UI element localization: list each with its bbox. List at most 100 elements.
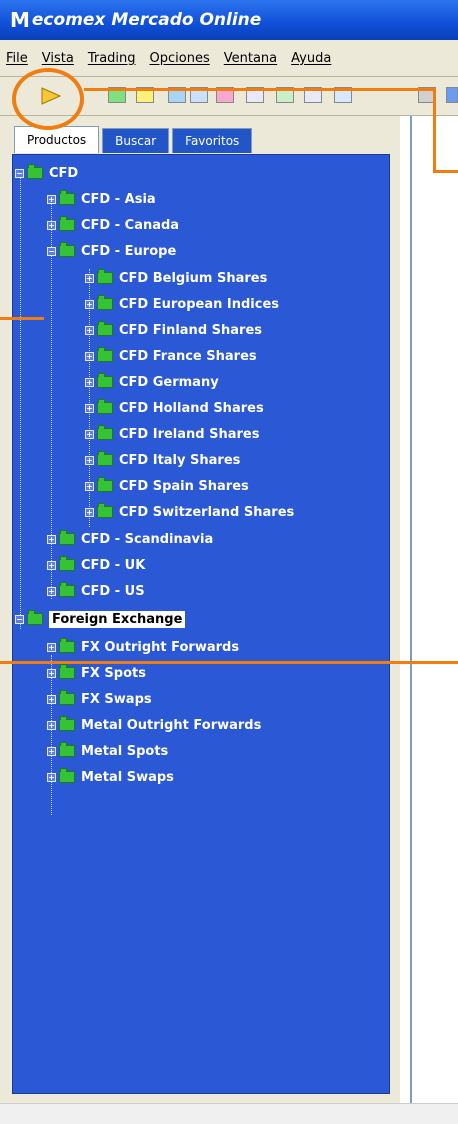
expand-icon[interactable]: + bbox=[47, 746, 56, 756]
expand-icon[interactable]: + bbox=[85, 455, 94, 465]
node-label: CFD Spain Shares bbox=[119, 478, 249, 494]
tree-node-forex-child[interactable]: + Metal Swaps bbox=[47, 767, 174, 787]
collapse-icon[interactable]: − bbox=[15, 168, 24, 178]
folder-icon bbox=[97, 373, 113, 388]
content-pane[interactable] bbox=[410, 116, 458, 1116]
tree-node-cfd-europe[interactable]: − CFD - Europe bbox=[47, 241, 176, 261]
folder-icon bbox=[97, 347, 113, 362]
folder-icon bbox=[97, 451, 113, 466]
expand-icon[interactable]: + bbox=[47, 560, 56, 570]
tree-node-forex-child[interactable]: + FX Outright Forwards bbox=[47, 637, 239, 657]
folder-icon bbox=[27, 164, 43, 179]
tree-node-europe-child[interactable]: + CFD Germany bbox=[85, 372, 219, 392]
tree-node-foreign-exchange[interactable]: − Foreign Exchange bbox=[15, 609, 186, 629]
node-label: Metal Outright Forwards bbox=[81, 717, 262, 733]
folder-icon bbox=[59, 530, 75, 545]
node-label: FX Swaps bbox=[81, 691, 152, 707]
expand-icon[interactable]: + bbox=[47, 534, 56, 544]
tree-node-cfd-us[interactable]: + CFD - US bbox=[47, 581, 145, 601]
folder-icon bbox=[97, 295, 113, 310]
expand-icon[interactable]: + bbox=[47, 586, 56, 596]
annotation-line bbox=[433, 88, 436, 172]
tree-node-europe-child[interactable]: + CFD Belgium Shares bbox=[85, 268, 267, 288]
expand-icon[interactable]: + bbox=[47, 220, 56, 230]
folder-icon bbox=[59, 690, 75, 705]
status-strip bbox=[0, 1103, 458, 1124]
tree-node-europe-child[interactable]: + CFD Finland Shares bbox=[85, 320, 262, 340]
expand-icon[interactable]: + bbox=[47, 194, 56, 204]
expand-icon[interactable]: + bbox=[85, 273, 94, 283]
expand-icon[interactable]: + bbox=[85, 481, 94, 491]
collapse-icon[interactable]: − bbox=[15, 614, 24, 624]
tab-productos[interactable]: Productos bbox=[14, 126, 100, 153]
product-tree[interactable]: − CFD + CFD - Asia + CFD - Canada − CFD … bbox=[12, 154, 390, 1094]
tree-node-europe-child[interactable]: + CFD European Indices bbox=[85, 294, 279, 314]
expand-icon[interactable]: + bbox=[85, 429, 94, 439]
toolbar-button-edge[interactable] bbox=[446, 87, 458, 103]
folder-icon bbox=[59, 638, 75, 653]
tree-node-cfd-scandinavia[interactable]: + CFD - Scandinavia bbox=[47, 529, 213, 549]
expand-icon[interactable]: + bbox=[47, 694, 56, 704]
folder-icon bbox=[59, 582, 75, 597]
menu-opciones[interactable]: Opciones bbox=[150, 51, 210, 66]
expand-icon[interactable]: + bbox=[85, 325, 94, 335]
node-label: CFD bbox=[49, 165, 79, 181]
tree-node-cfd-uk[interactable]: + CFD - UK bbox=[47, 555, 145, 575]
expand-icon[interactable]: + bbox=[85, 351, 94, 361]
expand-icon[interactable]: + bbox=[47, 668, 56, 678]
node-label: Metal Swaps bbox=[81, 769, 174, 785]
menu-ventana[interactable]: Ventana bbox=[224, 51, 277, 66]
products-panel: Productos Buscar Favoritos − CFD + CFD -… bbox=[0, 116, 400, 1123]
tree-node-europe-child[interactable]: + CFD Ireland Shares bbox=[85, 424, 259, 444]
menu-bar: File Vista Trading Opciones Ventana Ayud… bbox=[0, 40, 458, 77]
folder-icon bbox=[97, 503, 113, 518]
node-label-selected: Foreign Exchange bbox=[49, 610, 186, 628]
collapse-icon[interactable]: − bbox=[47, 246, 56, 256]
tree-node-europe-child[interactable]: + CFD Switzerland Shares bbox=[85, 502, 294, 522]
folder-icon bbox=[27, 610, 43, 625]
folder-icon bbox=[59, 768, 75, 783]
window-title: ecomex Mercado Online bbox=[31, 10, 262, 30]
tab-favoritos[interactable]: Favoritos bbox=[172, 128, 253, 153]
node-label: CFD - Europe bbox=[81, 243, 177, 259]
node-label: FX Spots bbox=[81, 665, 146, 681]
menu-trading[interactable]: Trading bbox=[88, 51, 136, 66]
folder-icon bbox=[97, 399, 113, 414]
tab-buscar[interactable]: Buscar bbox=[102, 128, 170, 153]
expand-icon[interactable]: + bbox=[85, 403, 94, 413]
node-label: Metal Spots bbox=[81, 743, 169, 759]
tree-node-cfd-asia[interactable]: + CFD - Asia bbox=[47, 189, 156, 209]
expand-icon[interactable]: + bbox=[47, 642, 56, 652]
folder-icon bbox=[59, 190, 75, 205]
tree-node-cfd-canada[interactable]: + CFD - Canada bbox=[47, 215, 179, 235]
expand-icon[interactable]: + bbox=[85, 299, 94, 309]
node-label: CFD Finland Shares bbox=[119, 322, 262, 338]
tree-node-cfd[interactable]: − CFD bbox=[15, 163, 78, 183]
expand-icon[interactable]: + bbox=[47, 720, 56, 730]
expand-icon[interactable]: + bbox=[85, 507, 94, 517]
tree-node-forex-child[interactable]: + FX Swaps bbox=[47, 689, 152, 709]
expand-icon[interactable]: + bbox=[85, 377, 94, 387]
tree-node-forex-child[interactable]: + Metal Outright Forwards bbox=[47, 715, 261, 735]
expand-icon[interactable]: + bbox=[47, 772, 56, 782]
node-label: CFD Germany bbox=[119, 374, 219, 390]
menu-ayuda[interactable]: Ayuda bbox=[291, 51, 331, 66]
tree-node-europe-child[interactable]: + CFD Holland Shares bbox=[85, 398, 264, 418]
folder-icon bbox=[97, 321, 113, 336]
node-label: CFD Switzerland Shares bbox=[119, 504, 295, 520]
annotation-line bbox=[433, 170, 458, 173]
folder-icon bbox=[97, 269, 113, 284]
tree-node-forex-child[interactable]: + FX Spots bbox=[47, 663, 146, 683]
node-label: CFD - Canada bbox=[81, 217, 180, 233]
tree-node-forex-child[interactable]: + Metal Spots bbox=[47, 741, 168, 761]
node-label: CFD - Scandinavia bbox=[81, 531, 214, 547]
node-label: CFD Ireland Shares bbox=[119, 426, 260, 442]
tree-node-europe-child[interactable]: + CFD Italy Shares bbox=[85, 450, 240, 470]
tree-node-europe-child[interactable]: + CFD Spain Shares bbox=[85, 476, 249, 496]
node-label: CFD European Indices bbox=[119, 296, 280, 312]
node-label: CFD France Shares bbox=[119, 348, 257, 364]
menu-vista[interactable]: Vista bbox=[42, 51, 74, 66]
tree-node-europe-child[interactable]: + CFD France Shares bbox=[85, 346, 257, 366]
folder-icon bbox=[59, 216, 75, 231]
menu-file[interactable]: File bbox=[6, 51, 28, 66]
